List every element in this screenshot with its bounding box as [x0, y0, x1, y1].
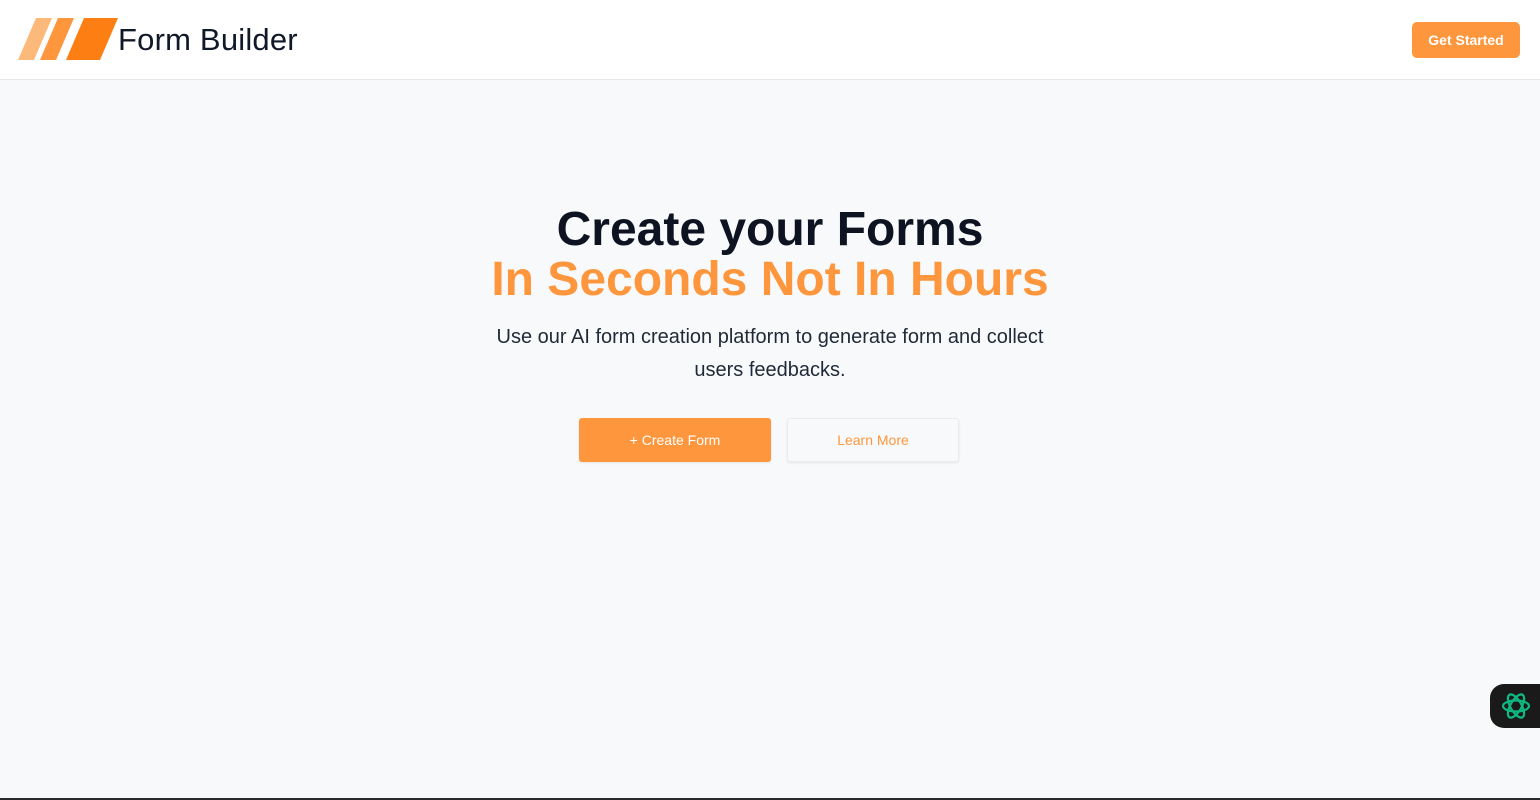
hero-actions: + Create Form Learn More: [0, 418, 1540, 462]
hero-title: Create your Forms: [556, 203, 984, 256]
hero-description: Use our AI form creation platform to gen…: [496, 326, 1044, 381]
ai-assistant-widget[interactable]: [1490, 684, 1540, 728]
hero-subtitle: In Seconds Not In Hours: [491, 253, 1049, 306]
top-navbar: Form Builder Get Started: [0, 0, 1540, 80]
hero-section: Create your Forms In Seconds Not In Hour…: [0, 205, 1540, 387]
brand-name[interactable]: Form Builder: [118, 20, 298, 60]
create-form-button[interactable]: + Create Form: [579, 418, 771, 462]
learn-more-button[interactable]: Learn More: [787, 418, 959, 462]
slanted-stripes-logo-icon[interactable]: [18, 18, 118, 60]
get-started-button[interactable]: Get Started: [1412, 22, 1520, 58]
ai-assistant-icon: [1501, 693, 1531, 719]
